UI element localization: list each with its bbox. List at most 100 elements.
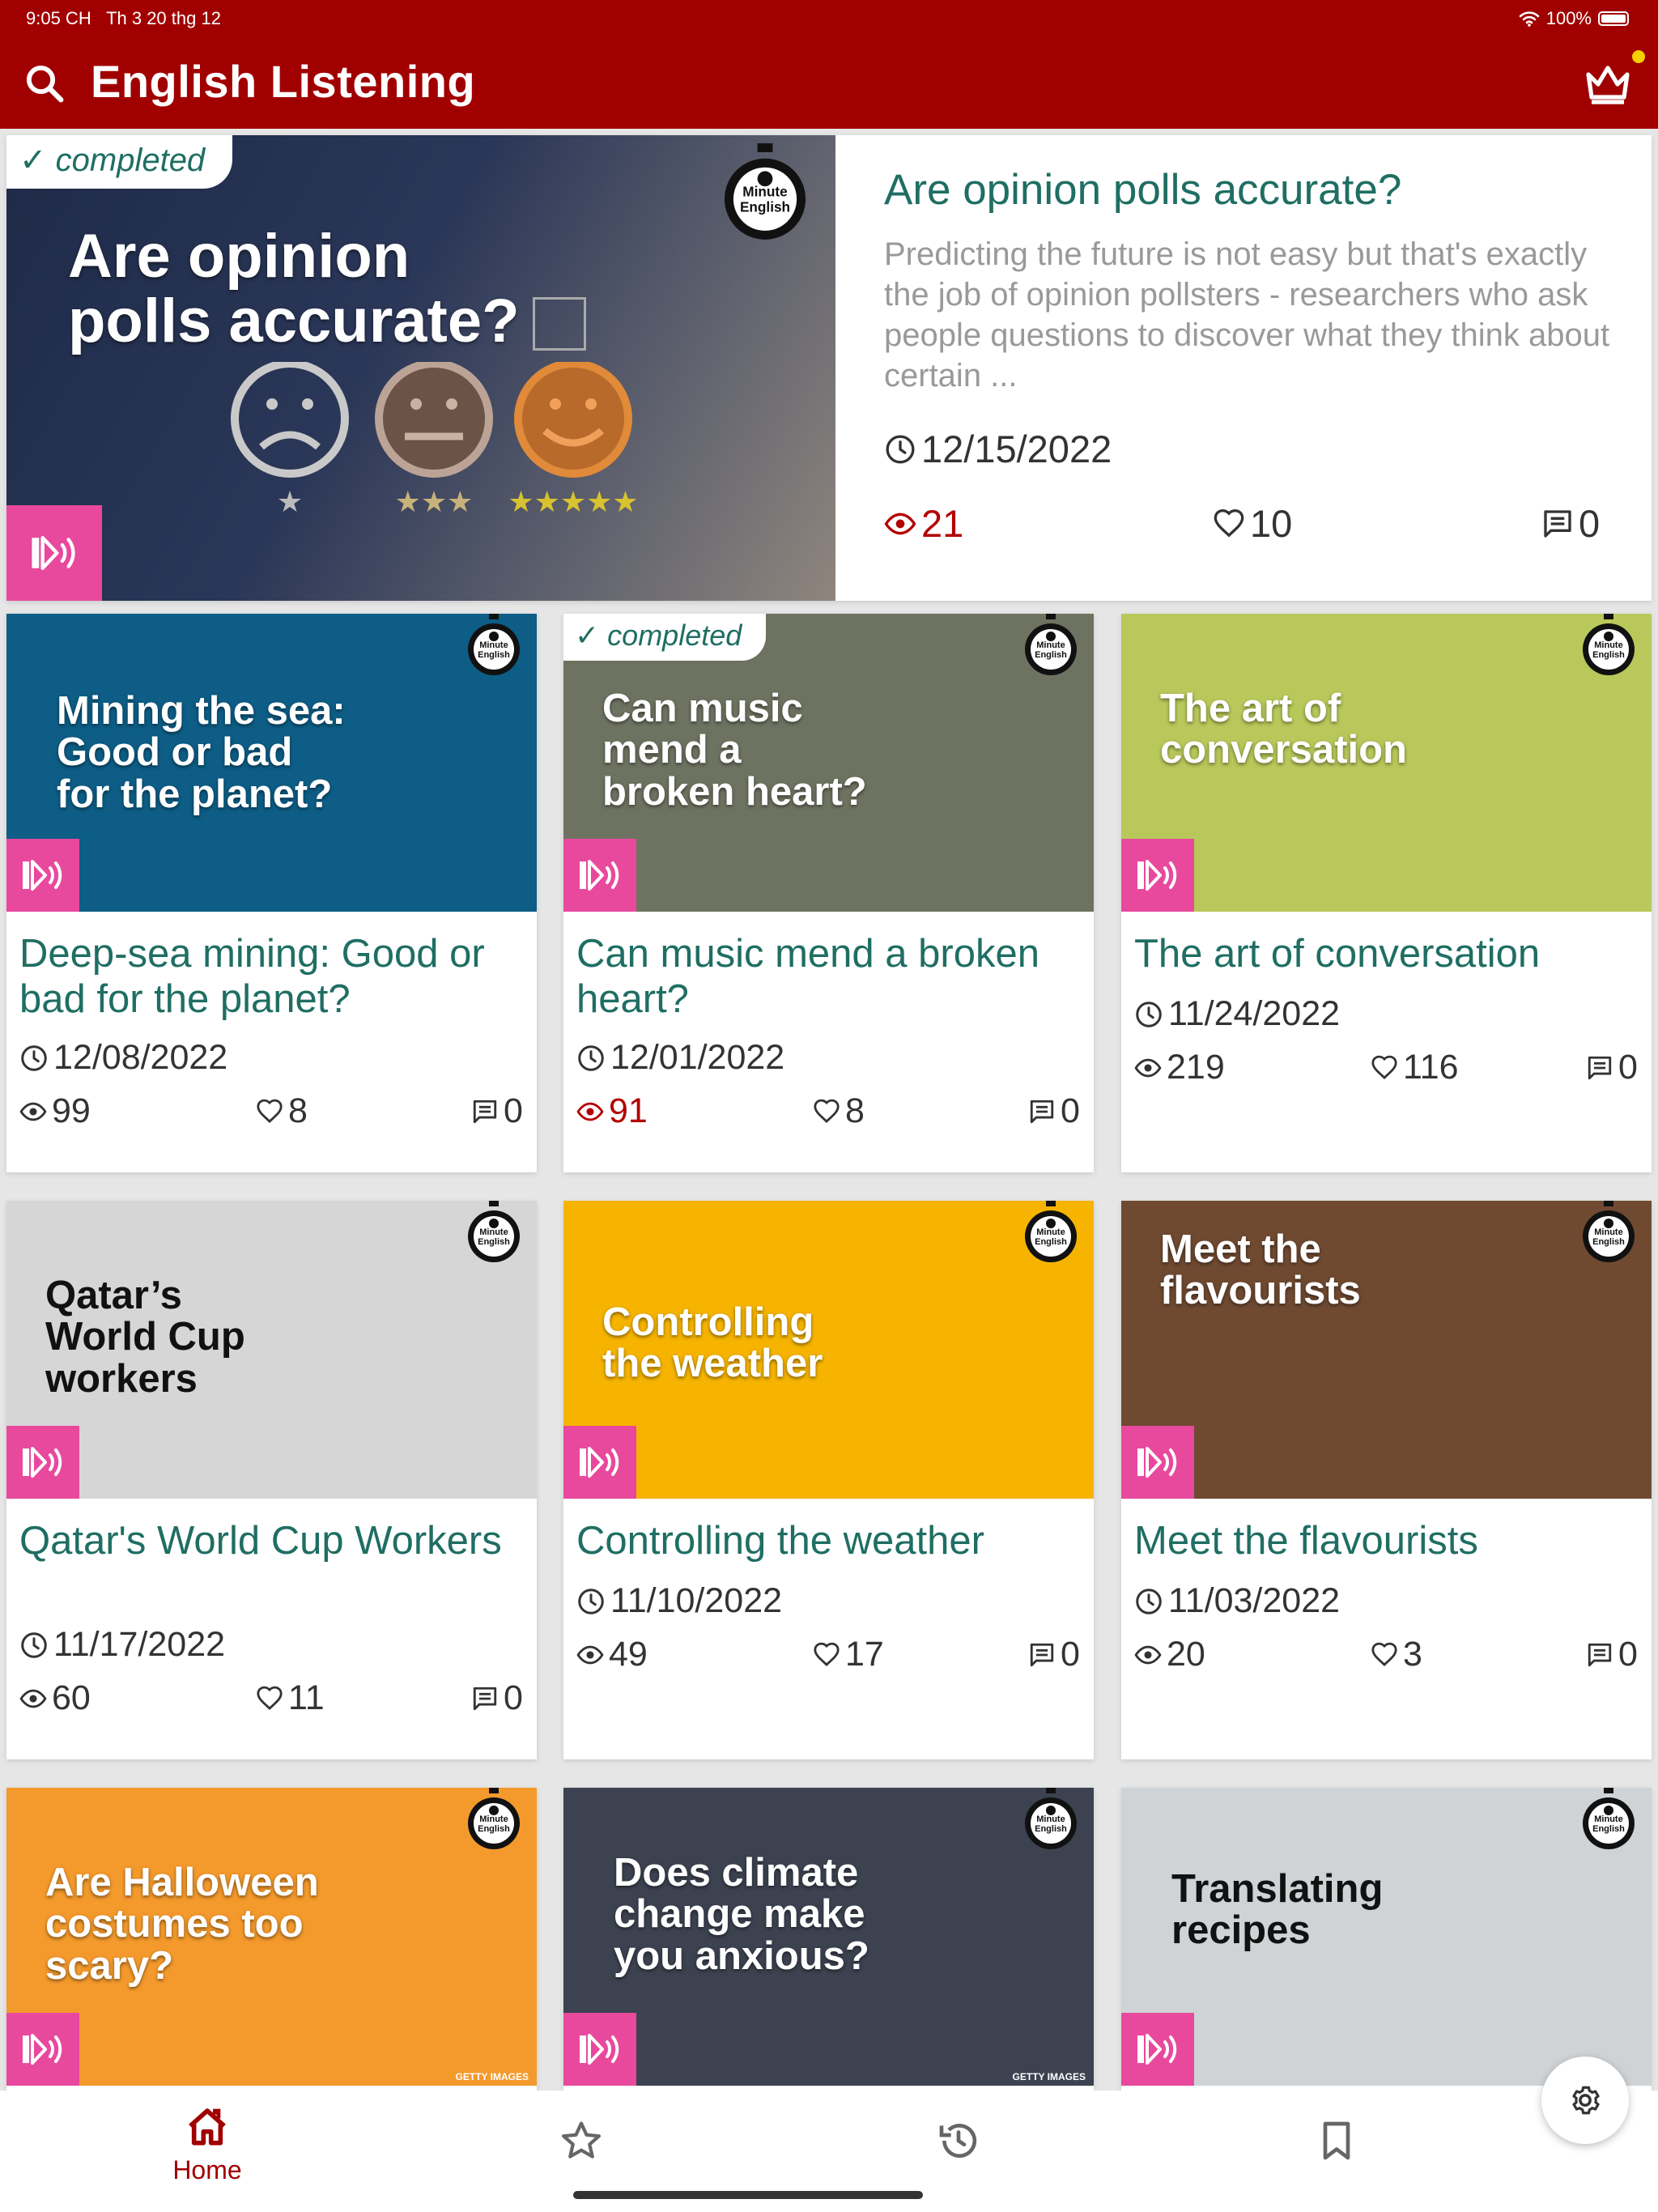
episode-date: 12/08/2022 [19,1038,227,1078]
history-icon [939,2124,977,2158]
thumb-caption: Does climate change make you anxious? [614,1851,869,1978]
completed-badge: ✓ completed [563,614,767,661]
episode-card[interactable]: Controlling the weather Controlling the … [563,1201,1094,1759]
thumb-caption: Meet the flavourists [1160,1227,1361,1313]
minute-english-logo-icon [1022,1201,1079,1264]
featured-thumbnail: ★ ★★★ ★★★★★ Are opinion polls accurate? … [6,135,835,601]
episode-views: 91 [576,1091,648,1131]
minute-english-logo-icon [1580,1201,1637,1264]
featured-comments[interactable]: 0 [1541,501,1600,546]
audio-play-icon [576,1444,623,1481]
audio-play-icon [576,2031,623,2068]
audio-badge [1121,2013,1194,2086]
episode-comments[interactable]: 0 [471,1091,523,1131]
episode-thumbnail: Are Halloween costumes too scary? GETTY … [6,1788,537,2086]
episode-likes[interactable]: 17 [813,1635,884,1674]
eye-icon [1134,1054,1162,1082]
nav-bookmarks[interactable] [1129,2091,1544,2212]
episode-comments[interactable]: 0 [1028,1091,1080,1131]
episode-card[interactable]: Are Halloween costumes too scary? GETTY … [6,1788,537,2091]
episode-date: 11/03/2022 [1134,1581,1340,1621]
svg-text:★: ★ [277,485,303,518]
episode-title[interactable]: Controlling the weather [576,1518,1086,1563]
rating-faces-graphic: ★ ★★★ ★★★★★ [231,362,639,518]
audio-play-icon [1134,857,1181,894]
featured-episode-card[interactable]: ★ ★★★ ★★★★★ Are opinion polls accurate? … [6,135,1652,601]
audio-badge [1121,839,1194,912]
featured-title[interactable]: Are opinion polls accurate? [884,168,1613,213]
eye-icon [19,1685,47,1712]
eye-icon [1134,1641,1162,1669]
episode-title[interactable]: Can music mend a broken heart? [576,931,1086,1022]
episode-views: 20 [1134,1635,1205,1674]
episode-title[interactable]: The art of conversation [1134,931,1644,976]
thumb-caption: Are Halloween costumes too scary? [45,1861,319,1988]
settings-button[interactable] [1541,2057,1629,2144]
episode-thumbnail: Meet the flavourists [1121,1201,1652,1499]
audio-badge [6,839,79,912]
thumb-caption: Qatar’s World Cup workers [45,1274,245,1401]
battery-icon [1598,11,1629,26]
heart-icon [1213,508,1245,540]
bookmark-icon [1323,2121,1350,2160]
comment-icon [1028,1098,1056,1125]
episode-card[interactable]: Translating recipes [1121,1788,1652,2091]
nav-home[interactable]: Home [0,2091,414,2212]
episode-card[interactable]: Qatar’s World Cup workers Qatar's World … [6,1201,537,1759]
search-icon[interactable] [23,62,66,105]
clock-icon [884,433,916,466]
episode-thumbnail: Can music mend a broken heart? ✓ complet… [563,614,1094,912]
clock-icon [19,1044,49,1073]
episode-comments[interactable]: 0 [1586,1048,1638,1087]
featured-description: Predicting the future is not easy but th… [884,236,1610,393]
thumb-caption: Controlling the weather [602,1300,823,1386]
episode-comments[interactable]: 0 [1028,1635,1080,1674]
episode-card[interactable]: Meet the flavourists Meet the flavourist… [1121,1201,1652,1759]
episode-title[interactable]: Qatar's World Cup Workers [19,1518,529,1563]
episode-thumbnail: Translating recipes [1121,1788,1652,2086]
episode-card[interactable]: The art of conversation The art of conve… [1121,614,1652,1172]
settings-icon [1572,2086,1600,2115]
minute-english-logo-icon [721,143,810,242]
clock-icon [1134,1587,1163,1616]
clock-icon [576,1044,606,1073]
checkbox-graphic [533,297,586,351]
eye-icon [19,1098,47,1125]
episode-title[interactable]: Deep-sea mining: Good or bad for the pla… [19,931,529,1022]
episode-likes[interactable]: 8 [813,1091,865,1131]
episode-comments[interactable]: 0 [471,1678,523,1718]
episode-likes[interactable]: 11 [256,1678,325,1718]
wifi-icon [1519,11,1540,27]
episode-card[interactable]: Can music mend a broken heart? ✓ complet… [563,614,1094,1172]
crown-icon[interactable] [1582,58,1634,107]
episode-card[interactable]: Mining the sea: Good or bad for the plan… [6,614,537,1172]
episode-date: 11/17/2022 [19,1625,225,1665]
comment-icon [471,1098,499,1125]
minute-english-logo-icon [466,614,522,677]
episode-thumbnail: The art of conversation [1121,614,1652,912]
episode-views: 60 [19,1678,91,1718]
episode-card[interactable]: Does climate change make you anxious? GE… [563,1788,1094,2091]
status-indicators: 100% [1519,8,1629,29]
star-icon [561,2121,602,2159]
episode-title[interactable]: Meet the flavourists [1134,1518,1644,1563]
minute-english-logo-icon [1022,614,1079,677]
featured-likes[interactable]: 10 [1213,501,1292,546]
episode-likes[interactable]: 116 [1371,1048,1459,1087]
comment-icon [1541,508,1574,540]
featured-thumb-caption: Are opinion polls accurate? [68,222,520,355]
episode-likes[interactable]: 8 [256,1091,308,1131]
audio-badge [6,2013,79,2086]
episode-comments[interactable]: 0 [1586,1635,1638,1674]
episode-views: 49 [576,1635,648,1674]
episode-thumbnail: Qatar’s World Cup workers [6,1201,537,1499]
audio-play-icon [1134,2031,1181,2068]
episode-views: 219 [1134,1048,1225,1087]
comment-icon [471,1685,499,1712]
clock-icon [19,1631,49,1660]
episode-views: 99 [19,1091,91,1131]
minute-english-logo-icon [1580,1788,1637,1851]
episode-likes[interactable]: 3 [1371,1635,1422,1674]
heart-icon [1371,1641,1398,1669]
heart-icon [813,1641,840,1669]
